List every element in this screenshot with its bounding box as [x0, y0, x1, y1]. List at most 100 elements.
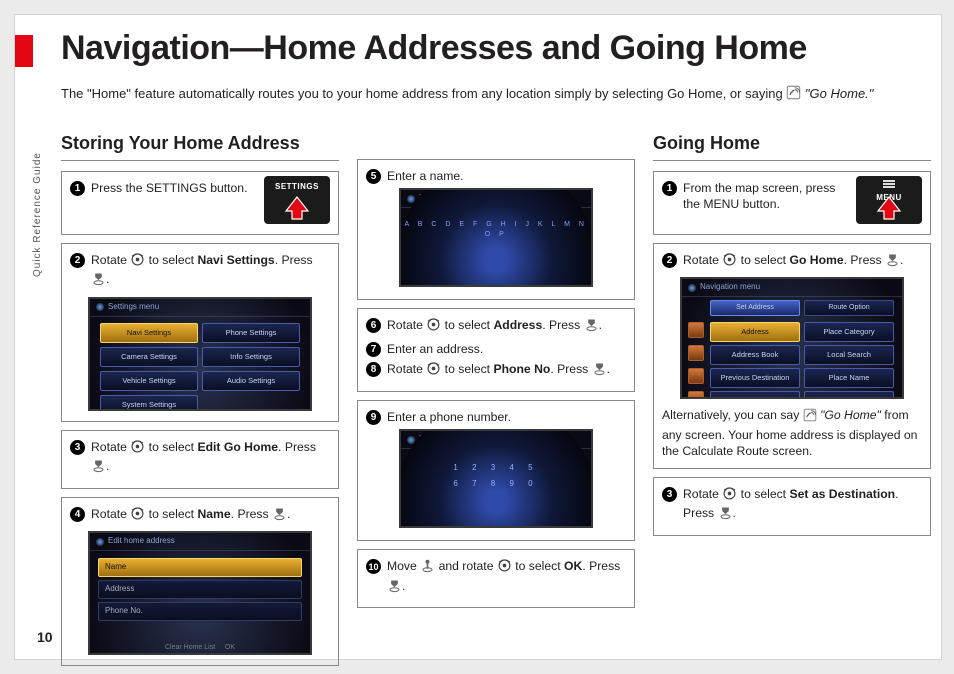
keypad-row: 1 2 3 4 5 [401, 463, 591, 474]
scr-item: More Search Methods [804, 391, 894, 399]
side-section-label: Quick Reference Guide [32, 77, 46, 277]
press-icon [584, 317, 599, 336]
step-bullet: 3 [70, 440, 85, 455]
store-step-2-text: Rotate to select Navi Settings. Press . [91, 252, 330, 291]
press-icon [272, 506, 287, 525]
step-bullet: 2 [70, 253, 85, 268]
store-step-9-text: Enter a phone number. [387, 409, 626, 425]
press-icon [387, 578, 402, 597]
scr-item: Local Search [804, 345, 894, 365]
scr-item: Phone Settings [202, 323, 300, 343]
brand-tab [15, 35, 33, 67]
scr-title: Edit home address [90, 533, 310, 551]
scr-item: Place Name [804, 368, 894, 388]
menu-glyph-icon [882, 179, 896, 189]
up-arrow-icon [284, 195, 310, 221]
store-step-4-box: 4 Rotate to select Name. Press . Edit ho… [61, 497, 339, 666]
scr-item: System Settings [100, 395, 198, 411]
settings-hard-button: SETTINGS [264, 176, 330, 224]
press-icon [91, 458, 106, 477]
up-arrow-icon [876, 195, 902, 221]
scr-icon [688, 322, 704, 338]
scr-item: Navi Settings [100, 323, 198, 343]
step-bullet: 5 [366, 169, 381, 184]
press-icon [592, 361, 607, 380]
store-step-2-box: 2 Rotate to select Navi Settings. Press … [61, 243, 339, 422]
intro-paragraph: The "Home" feature automatically routes … [61, 85, 901, 105]
column-middle: 5 Enter a name. Edit name A B C D E F G … [357, 133, 635, 674]
scr-item: Address [710, 322, 800, 342]
scr-title: Navigation menu [682, 279, 902, 297]
scr-row: Phone No. [98, 602, 302, 621]
store-step-4-text: Rotate to select Name. Press . [91, 506, 330, 525]
go-step-2-box: 2 Rotate to select Go Home. Press . Navi… [653, 243, 931, 469]
store-step-3-text: Rotate to select Edit Go Home. Press . [91, 439, 330, 478]
rotate-dial-icon [130, 439, 145, 458]
intro-quote: "Go Home." [805, 86, 873, 101]
scr-row: Name [98, 558, 302, 577]
edit-name-screenshot: Edit name A B C D E F G H I J K L M N O … [399, 188, 593, 287]
voice-icon [803, 408, 817, 426]
go-step-1-box: MENU 1 From the map screen, press the ME… [653, 171, 931, 235]
step-bullet: 7 [366, 342, 381, 357]
scr-item: Vehicle Settings [100, 371, 198, 391]
page-title: Navigation—Home Addresses and Going Home [61, 29, 807, 68]
page-number: 10 [37, 629, 53, 645]
store-step-3-box: 3 Rotate to select Edit Go Home. Press . [61, 430, 339, 489]
store-step-7-text: Enter an address. [387, 341, 626, 357]
go-step-3-box: 3 Rotate to select Set as Destination. P… [653, 477, 931, 536]
go-alternative-text: Alternatively, you can say "Go Home" fro… [662, 408, 917, 458]
rotate-dial-icon [130, 506, 145, 525]
go-step-1-text: From the map screen, press the MENU butt… [683, 180, 850, 213]
scr-arc-letters: A B C D E F G H I J K L M N O P [401, 220, 591, 239]
rotate-dial-icon [722, 252, 737, 271]
step-bullet: 2 [662, 253, 677, 268]
settings-button-label: SETTINGS [264, 176, 330, 193]
rotate-dial-icon [426, 361, 441, 380]
store-step-5-text: Enter a name. [387, 168, 626, 184]
press-icon [718, 505, 733, 524]
scr-item: Place Category [804, 322, 894, 342]
column-going-home: Going Home MENU 1 From the map screen, p… [653, 133, 931, 674]
menu-hard-button: MENU [856, 176, 922, 224]
scr-icon [688, 391, 704, 399]
store-step-10-box: 10 Move and rotate to select OK. Press . [357, 549, 635, 608]
rotate-dial-icon [497, 558, 512, 577]
scr-item: Address Book [710, 345, 800, 365]
store-step-8-text: Rotate to select Phone No. Press . [387, 361, 626, 380]
step-bullet: 9 [366, 410, 381, 425]
press-icon [885, 252, 900, 271]
step-bullet: 1 [70, 181, 85, 196]
store-step-678-box: 6 Rotate to select Address. Press . 7 En… [357, 308, 635, 391]
scr-icon [688, 368, 704, 384]
store-step-9-box: 9 Enter a phone number. Edit phone numbe… [357, 400, 635, 541]
edit-home-address-screenshot: Edit home address Name Address Phone No.… [88, 531, 312, 655]
step-bullet: 4 [70, 507, 85, 522]
store-step-1-text: Press the SETTINGS button. [91, 180, 258, 196]
joystick-icon [420, 558, 435, 577]
keypad-row: 6 7 8 9 0 [401, 479, 591, 490]
scr-item: Previous Destination [710, 368, 800, 388]
store-step-10-text: Move and rotate to select OK. Press . [387, 558, 626, 597]
go-step-3-text: Rotate to select Set as Destination. Pre… [683, 486, 922, 525]
scr-row: Address [98, 580, 302, 599]
edit-phone-screenshot: Edit phone number 1 2 3 4 5 6 7 8 9 0 OK [399, 429, 593, 528]
scr-tab: Route Option [804, 300, 894, 315]
scr-item: Go Home [710, 391, 800, 399]
go-step-2-text: Rotate to select Go Home. Press . [683, 252, 922, 271]
store-step-1-box: SETTINGS 1 Press the SETTINGS button. [61, 171, 339, 235]
heading-storing: Storing Your Home Address [61, 133, 339, 154]
store-step-6-text: Rotate to select Address. Press . [387, 317, 626, 336]
voice-icon [786, 85, 801, 105]
rotate-dial-icon [426, 317, 441, 336]
scr-footer: Clear Home List OK [90, 643, 310, 652]
settings-menu-screenshot: Settings menu Navi Settings Phone Settin… [88, 297, 312, 411]
step-bullet: 6 [366, 318, 381, 333]
store-step-5-box: 5 Enter a name. Edit name A B C D E F G … [357, 159, 635, 300]
scr-item: Camera Settings [100, 347, 198, 367]
press-icon [91, 271, 106, 290]
scr-tab: Set Address [710, 300, 800, 315]
scr-title: Settings menu [90, 299, 310, 317]
nav-menu-screenshot: Navigation menu Set Address Route Option… [680, 277, 904, 399]
step-bullet: 3 [662, 487, 677, 502]
